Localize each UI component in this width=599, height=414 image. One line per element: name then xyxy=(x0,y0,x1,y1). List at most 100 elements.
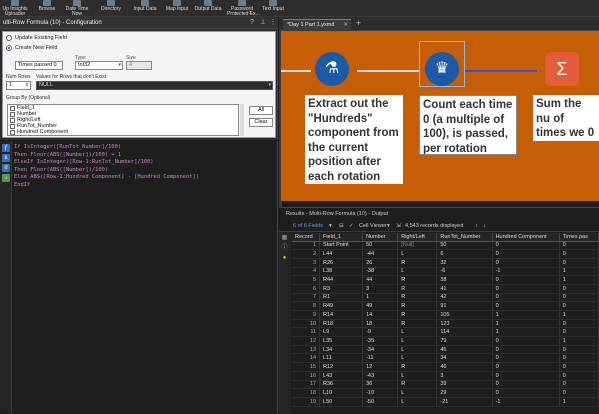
results-side-toolbar: ▦ ⓘ ● xyxy=(279,232,291,414)
chevron-down-icon[interactable]: ▾ xyxy=(387,222,390,231)
active-output-icon[interactable]: ● xyxy=(281,255,288,262)
connection-line xyxy=(281,70,311,72)
table-row[interactable]: 11 L9 -9 L 114 1 0 xyxy=(292,327,599,338)
formula-tool[interactable]: ⚗ xyxy=(315,52,349,86)
table-row[interactable]: 18 L10 -10 L 29 0 0 xyxy=(292,388,599,398)
column-header[interactable]: RunTot_Number xyxy=(436,233,493,242)
table-row[interactable]: 5 R44 44 R 38 0 1 xyxy=(292,275,599,285)
close-icon[interactable]: ✕ xyxy=(343,20,348,31)
table-row[interactable]: 17 R36 36 R 39 0 0 xyxy=(292,380,599,390)
toolbar-item[interactable]: output-data-iconOutput Data xyxy=(193,0,223,17)
table-row[interactable]: 12 L35 -35 L 79 0 1 xyxy=(292,336,599,346)
stepper-icon[interactable]: ⇕ xyxy=(25,82,29,89)
update-existing-radio[interactable] xyxy=(6,35,12,41)
table-row[interactable]: 4 L38 -38 L -6 -1 1 xyxy=(292,267,599,277)
record-number-cell: 10 xyxy=(292,319,321,329)
workflow-tab[interactable]: *Day 1 Part 1.yxmd ✕ xyxy=(283,19,351,31)
toolbar-item[interactable]: calendar-iconDate Time Now xyxy=(62,0,92,17)
code-token: ElseIf IsInteger([Row-1:RunTot_Number]/1… xyxy=(14,159,154,166)
record-number-cell: 19 xyxy=(292,397,321,407)
table-row[interactable]: 13 L34 -34 L 45 0 0 xyxy=(292,345,599,355)
table-cell: 0 xyxy=(492,371,560,381)
toolbar-item[interactable]: lock-iconPassword Protected Ex... xyxy=(227,0,260,17)
table-cell: 6 xyxy=(436,249,493,259)
export-icon[interactable]: ⇲ xyxy=(396,222,401,231)
help-icon[interactable]: ? xyxy=(248,19,256,27)
select-all-button[interactable]: All xyxy=(249,106,273,115)
table-cell: 0 xyxy=(559,258,599,268)
toolbar-item[interactable]: input-data-iconInput Data xyxy=(130,0,160,17)
annotation-multi-row[interactable]: Count each time 0 (a multiple of 100), i… xyxy=(419,95,517,155)
values-for-rows-dropdown[interactable]: NULL ▾ xyxy=(36,81,273,90)
table-row[interactable]: 2 L44 -44 L 6 0 0 xyxy=(292,249,599,259)
num-rows-stepper[interactable]: 1 ⇕ xyxy=(6,81,31,90)
toolbar-item[interactable]: browse-iconBrowse xyxy=(32,0,62,17)
workflow-canvas[interactable]: ⚗ ♛ Σ Extract out the "Hundreds" compone… xyxy=(281,31,599,201)
type-dropdown[interactable]: Int32 ▾ xyxy=(75,61,123,70)
column-header[interactable]: Record xyxy=(292,233,321,242)
table-cell: 0 xyxy=(492,249,560,259)
table-cell: 0 xyxy=(492,241,560,251)
table-row[interactable]: 7 R1 1 R 42 0 0 xyxy=(292,293,599,303)
group-by-list[interactable]: Field_1 Number Right/Left RunTot_Number Hund… xyxy=(7,104,239,136)
multi-row-formula-tool[interactable]: ♛ xyxy=(425,52,459,86)
summarize-tool[interactable]: Σ xyxy=(545,52,579,86)
table-row[interactable]: 15 R12 12 R 46 0 0 xyxy=(292,362,599,372)
table-cell: L35 xyxy=(319,336,364,346)
pin-icon[interactable]: ⊥ xyxy=(259,19,267,27)
table-view-icon[interactable]: ▦ xyxy=(281,235,288,242)
clear-button[interactable]: Clear xyxy=(249,118,273,127)
scroll-down-icon[interactable]: ↓ xyxy=(483,222,486,231)
checkbox[interactable] xyxy=(10,130,15,135)
table-row[interactable]: 6 R3 3 R 41 0 0 xyxy=(292,284,599,294)
code-line: EndIf xyxy=(14,182,276,190)
column-header[interactable]: Field_1 xyxy=(319,233,364,242)
toolbar-item[interactable]: upload-iconUp Insights Uploader xyxy=(0,0,30,17)
table-row[interactable]: 19 L50 -50 L -21 -1 1 xyxy=(292,397,599,407)
cell-viewer-selector[interactable]: Cell Viewer xyxy=(359,222,387,231)
column-header[interactable]: Hundred Component xyxy=(492,233,560,242)
table-row[interactable]: 8 R49 49 R 91 0 0 xyxy=(292,301,599,311)
table-row[interactable]: 9 R14 14 R 105 1 1 xyxy=(292,310,599,320)
new-field-name-input[interactable]: Times passed 0 xyxy=(15,61,63,70)
table-row[interactable]: 10 R18 18 R 123 1 0 xyxy=(292,319,599,329)
expression-code[interactable]: If IsInteger([RunTot_Number]/100) Then Fl… xyxy=(14,144,276,190)
checkmark-icon[interactable]: ✓ xyxy=(349,222,354,231)
annotation-summarize[interactable]: Sum the nu of times we 0 xyxy=(533,95,599,141)
fields-selector[interactable]: 6 of 6 Fields xyxy=(293,222,323,231)
create-new-radio[interactable] xyxy=(6,45,12,51)
table-cell: -50 xyxy=(362,397,399,407)
toolbar-item[interactable]: text-input-iconText Input xyxy=(258,0,288,17)
table-row[interactable]: 1 Start Point 50 [Null] 50 0 0 xyxy=(292,241,599,251)
more-options-icon[interactable]: ⋮ xyxy=(269,19,277,27)
table-row[interactable]: 3 R26 26 R 32 0 0 xyxy=(292,258,599,268)
record-number-cell: 11 xyxy=(292,327,321,338)
chevron-down-icon: ▾ xyxy=(268,82,271,88)
column-header[interactable]: Number xyxy=(362,233,399,242)
size-input[interactable]: 4 xyxy=(126,61,152,70)
variables-icon[interactable]: x xyxy=(2,154,10,162)
results-grid[interactable]: Record Field_1 Number Right/Left RunTot_Numb… xyxy=(292,233,599,414)
column-header[interactable]: Times pas xyxy=(559,233,599,242)
toolbar-item[interactable]: folder-iconDirectory xyxy=(96,0,126,17)
saved-expressions-icon[interactable]: ≡ xyxy=(2,164,10,172)
chevron-down-icon[interactable]: ▾ xyxy=(329,222,332,231)
group-by-scrollbar[interactable] xyxy=(240,104,244,136)
save-expression-icon[interactable]: ↓ xyxy=(2,174,10,182)
table-cell: L xyxy=(397,345,438,355)
table-row[interactable]: 14 L11 -11 L 34 0 0 xyxy=(292,353,599,364)
column-header[interactable]: Right/Left xyxy=(397,233,438,242)
filter-icon[interactable]: ⊟ xyxy=(339,222,344,231)
scroll-up-icon[interactable]: ↑ xyxy=(475,222,478,231)
metadata-icon[interactable]: ⓘ xyxy=(281,245,288,252)
type-value: Int32 xyxy=(78,62,91,68)
multi-row-formula-tool-icon: ♛ xyxy=(434,60,450,77)
table-cell: 1 xyxy=(362,293,399,303)
table-cell: 0 xyxy=(492,353,560,364)
new-tab-icon[interactable]: + xyxy=(356,18,361,28)
table-row[interactable]: 16 L43 -43 L 3 0 0 xyxy=(292,371,599,381)
toolbar-item[interactable]: map-iconMap Input xyxy=(162,0,192,17)
group-by-item[interactable]: Hundred Component xyxy=(8,129,238,135)
functions-icon[interactable]: ƒ xyxy=(2,144,10,152)
annotation-formula[interactable]: Extract out the "Hundreds" component fro… xyxy=(305,95,403,184)
